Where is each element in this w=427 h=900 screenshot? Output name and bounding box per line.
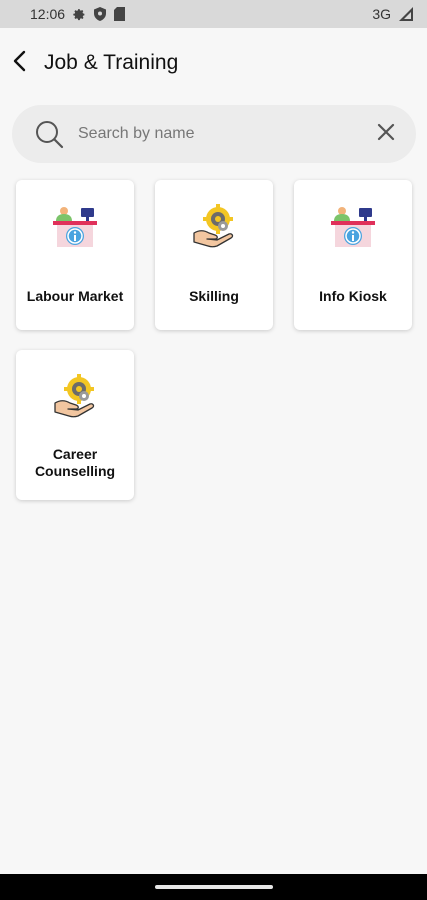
info-desk-icon (51, 202, 99, 252)
card-label-line1: Career (52, 446, 98, 462)
search-input[interactable] (76, 124, 372, 144)
card-label: Labour Market (26, 288, 124, 304)
app-bar: Job & Training (0, 28, 427, 98)
card-label: Skilling (189, 288, 239, 304)
home-indicator[interactable] (154, 885, 273, 889)
card-skilling[interactable]: Skilling (155, 180, 273, 330)
back-button[interactable] (2, 45, 38, 81)
hand-gear-icon (51, 372, 99, 422)
card-label-line2: Counselling (34, 463, 116, 479)
status-bar: 12:06 3G (0, 0, 427, 28)
shield-icon (94, 7, 107, 21)
card-career-counselling[interactable]: Career Counselling (16, 350, 134, 500)
status-time: 12:06 (30, 6, 66, 22)
card-labour-market[interactable]: Labour Market (16, 180, 134, 330)
search-icon[interactable] (34, 119, 64, 149)
gear-icon (73, 8, 86, 21)
card-label: Info Kiosk (319, 288, 387, 304)
info-desk-icon (329, 202, 377, 252)
search-bar (12, 105, 416, 163)
network-type: 3G (372, 6, 391, 22)
signal-icon (399, 7, 413, 21)
sim-card-icon (114, 7, 126, 21)
card-info-kiosk[interactable]: Info Kiosk (294, 180, 412, 330)
card-label: Career Counselling (29, 446, 121, 480)
close-icon (377, 123, 395, 146)
clear-search-button[interactable] (372, 120, 400, 148)
hand-gear-icon (190, 202, 238, 252)
chevron-left-icon (13, 50, 27, 77)
system-nav-bar (0, 874, 427, 900)
page-title: Job & Training (44, 51, 179, 74)
